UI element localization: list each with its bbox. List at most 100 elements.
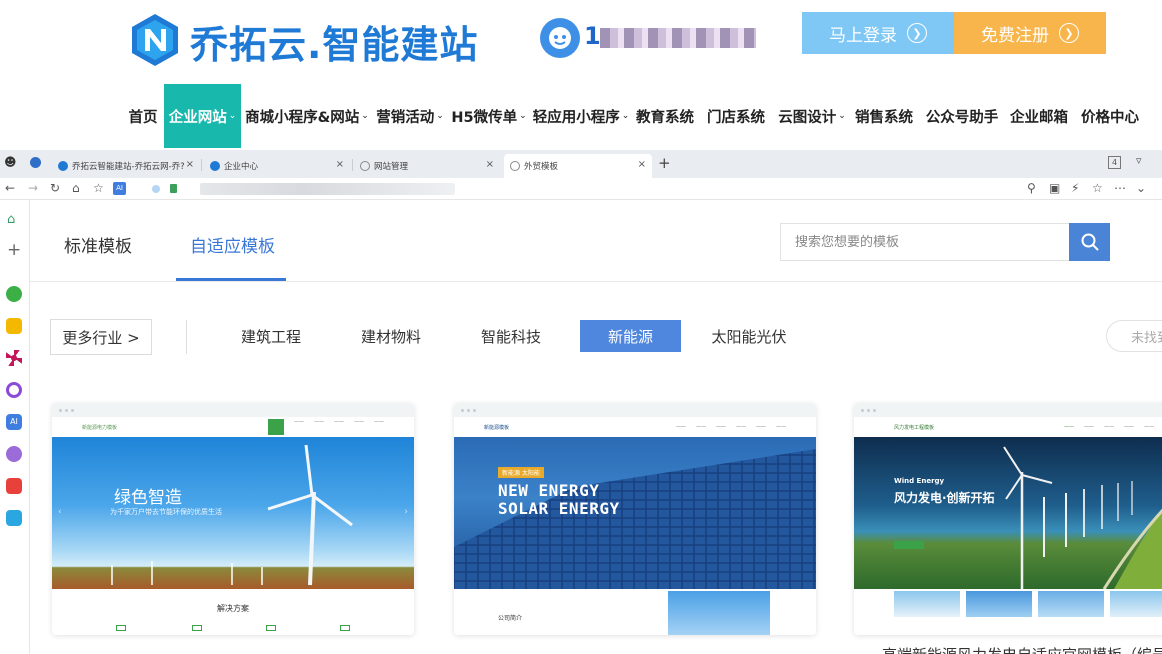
profile-avatar-icon[interactable]: ☻ (4, 155, 17, 169)
chat-app-icon[interactable] (6, 446, 22, 462)
tab-standard-templates[interactable]: 标准模板 (64, 232, 132, 257)
feature-icon (116, 625, 126, 631)
nav-item-official-account[interactable]: 公众号助手 (922, 84, 1002, 148)
divider (30, 281, 1162, 282)
login-button[interactable]: 马上登录 ❯ (802, 12, 954, 54)
window-dots (52, 403, 414, 417)
nav-item-design[interactable]: 云图设计 ⌄ (776, 84, 848, 148)
template-search (780, 223, 1110, 261)
feature-icon (266, 625, 276, 631)
favorites-icon[interactable]: ☆ (93, 181, 104, 195)
globe-icon (510, 161, 520, 171)
more-icon[interactable]: ⋯ (1114, 181, 1126, 195)
card-hero-title: 绿色智造 (114, 488, 182, 508)
carousel-prev-icon[interactable]: ‹ (58, 507, 62, 517)
brand-name[interactable]: 乔拓云.智能建站 (190, 14, 478, 69)
lightning-icon[interactable]: ⚡ (1071, 181, 1079, 195)
browser-tab-strip: ☻ 乔拓云智能建站-乔拓云网-乔? × 企业中心 × 网站管理 × 外贸模板 ×… (0, 150, 1162, 178)
category-new-energy[interactable]: 新能源 (580, 320, 681, 352)
card-thumbnail-image (1110, 591, 1162, 617)
card-thumbnail-image (966, 591, 1032, 617)
tab-foreign-trade-templates[interactable]: 外贸模板 × (504, 154, 652, 178)
game-app-icon[interactable] (6, 478, 22, 494)
bookmark-star-icon[interactable]: ☆ (1092, 181, 1103, 195)
nav-item-email[interactable]: 企业邮箱 (1006, 84, 1072, 148)
tab-website-builder[interactable]: 乔拓云智能建站-乔拓云网-乔? × (52, 154, 198, 178)
tab-site-management[interactable]: 网站管理 × (354, 154, 500, 178)
divider (186, 320, 187, 354)
template-card[interactable]: 新能源模板 —— —— —— —— —— —— 新能源 太阳能 NEW ENERGY SO… (454, 403, 816, 635)
screenshot-icon[interactable]: ▣ (1049, 181, 1060, 195)
nav-item-sales[interactable]: 销售系统 (852, 84, 916, 148)
close-icon[interactable]: × (336, 159, 344, 170)
template-card[interactable]: 风力发电工程模板 ———————————— Wind Energy 风力发电·创… (854, 403, 1162, 635)
nav-item-marketing[interactable]: 营销活动 ⌄ (374, 84, 446, 148)
nav-item-education[interactable]: 教育系统 (634, 84, 696, 148)
tab-count-badge[interactable]: 4 (1108, 156, 1121, 169)
card-thumbnail-image (1038, 591, 1104, 617)
zoom-icon[interactable]: ⚲ (1027, 181, 1036, 195)
template-card[interactable]: 新能源电力模板 —— —— —— —— —— 绿色智造 为千家万户带去节能环保的优质生活… (52, 403, 414, 635)
category-construction[interactable]: 建筑工程 (226, 320, 316, 352)
category-solar-pv[interactable]: 太阳能光伏 (704, 320, 794, 352)
nav-item-mall-miniprogram[interactable]: 商城小程序&网站 ⌄ (245, 84, 369, 148)
ai-icon[interactable]: AI (113, 182, 126, 195)
home-icon[interactable]: ⌂ (7, 212, 15, 227)
card-hero-line-2: SOLAR ENERGY (498, 499, 620, 518)
more-industry-button[interactable]: 更多行业 > (50, 319, 152, 355)
ai-app-icon[interactable]: AI (6, 414, 22, 430)
nav-item-light-app[interactable]: 轻应用小程序 ⌄ (532, 84, 630, 148)
chevron-down-icon[interactable]: ⌄ (1136, 181, 1146, 195)
brand-logo-icon[interactable] (128, 12, 182, 68)
card-site-title: 新能源模板 (484, 424, 510, 431)
forward-icon[interactable]: → (28, 181, 38, 195)
login-button-label: 马上登录 (829, 25, 897, 46)
carousel-next-icon[interactable]: › (404, 507, 408, 517)
site-info-icon[interactable] (152, 185, 160, 193)
shirt-icon[interactable]: ▿ (1136, 154, 1142, 167)
nav-item-h5[interactable]: H5微传单 ⌄ (450, 84, 528, 148)
reload-icon[interactable]: ↻ (50, 181, 60, 195)
star-app-icon[interactable] (6, 318, 22, 334)
card-hero-title: 风力发电·创新开拓 (894, 491, 995, 505)
close-icon[interactable]: × (186, 159, 194, 170)
search-input[interactable] (781, 224, 1071, 260)
card-thumbnail-image (668, 591, 770, 635)
wind-farm-illustration (1003, 446, 1162, 589)
back-icon[interactable]: ← (5, 181, 15, 195)
chevron-down-icon: ⌄ (838, 111, 846, 121)
template-card-caption[interactable]: 高端新能源风力发电自适应官网模板（编号 (882, 644, 1162, 654)
add-icon[interactable]: + (7, 240, 21, 260)
tab-enterprise-center[interactable]: 企业中心 × (204, 154, 350, 178)
category-building-materials[interactable]: 建材物料 (346, 320, 436, 352)
network-app-icon[interactable] (6, 350, 22, 366)
nav-item-home[interactable]: 首页 (120, 84, 166, 148)
chevron-down-icon: ⌄ (621, 111, 630, 121)
card-site-title: 风力发电工程模板 (894, 424, 935, 431)
browser-sidebar: ⌂ + AI (0, 200, 30, 654)
arrow-right-icon: ❯ (1059, 23, 1079, 43)
not-found-button[interactable]: 未找到 (1106, 320, 1162, 352)
search-button[interactable] (1069, 223, 1110, 261)
address-bar-url-redacted[interactable] (200, 183, 455, 195)
link-app-icon[interactable] (6, 286, 22, 302)
nav-item-pricing[interactable]: 价格中心 (1078, 84, 1142, 148)
tab-responsive-templates[interactable]: 自适应模板 (190, 232, 275, 257)
site-header: 乔拓云.智能建站 1 马上登录 ❯ 免费注册 ❯ 首页 企业网站 ⌄ 商城小程序&… (0, 0, 1162, 148)
home-icon[interactable]: ⌂ (72, 181, 80, 195)
paint-app-icon[interactable] (6, 510, 22, 526)
nav-item-store[interactable]: 门店系统 (704, 84, 768, 148)
card-section-label: 公司简介 (498, 615, 523, 622)
window-dots (454, 403, 816, 417)
new-tab-button[interactable]: + (658, 154, 671, 172)
swirl-app-icon[interactable] (6, 382, 22, 398)
close-icon[interactable]: × (638, 159, 646, 170)
card-hero-image: 新能源 太阳能 NEW ENERGY SOLAR ENERGY (454, 437, 816, 589)
category-smart-tech[interactable]: 智能科技 (466, 320, 556, 352)
close-icon[interactable]: × (486, 159, 494, 170)
nav-item-enterprise-website[interactable]: 企业网站 ⌄ (164, 84, 241, 148)
template-gallery: 标准模板 自适应模板 更多行业 > 建筑工程 建材物料 智能科技 新能源 太阳能… (30, 200, 1162, 654)
feature-icon (192, 625, 202, 631)
card-thumbnail-image (894, 591, 960, 617)
register-button[interactable]: 免费注册 ❯ (954, 12, 1106, 54)
